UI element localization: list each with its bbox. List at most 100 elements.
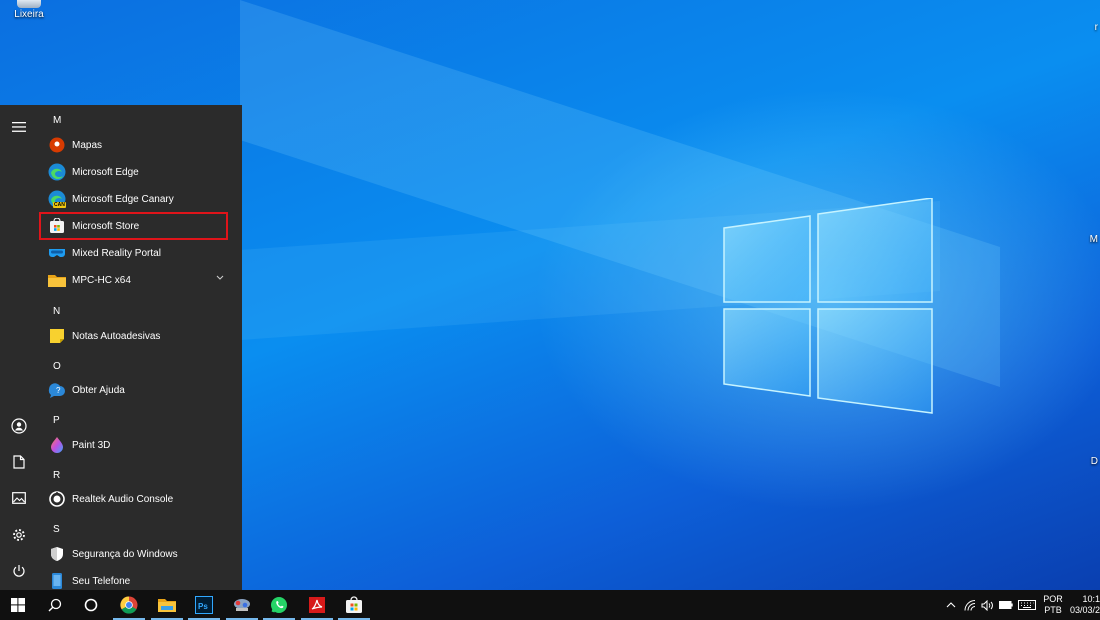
app-label: Microsoft Edge Canary <box>72 193 174 205</box>
cortana-button[interactable] <box>73 590 109 620</box>
taskbar-app-chrome[interactable] <box>111 590 147 620</box>
chevron-up-icon <box>946 602 956 608</box>
chrome-icon <box>120 596 138 614</box>
wifi-icon <box>964 599 976 611</box>
section-header-r[interactable]: R <box>53 470 60 481</box>
app-item-seu-telefone[interactable]: Seu Telefone <box>38 568 238 590</box>
folder-icon <box>48 271 66 289</box>
app-item-microsoft-edge[interactable]: Microsoft Edge <box>38 159 238 185</box>
pictures-button[interactable] <box>0 483 38 513</box>
start-menu-rail <box>0 105 38 590</box>
chevron-down-icon[interactable] <box>216 275 224 281</box>
search-button[interactable] <box>37 590 73 620</box>
keyboard-layout: PTB <box>1044 605 1062 615</box>
power-icon <box>13 565 25 577</box>
app-label: Obter Ajuda <box>72 384 125 396</box>
desktop-icon-label-fragment[interactable]: r <box>1095 22 1098 33</box>
app-label: Microsoft Store <box>72 220 140 232</box>
app-label: Notas Autoadesivas <box>72 330 161 342</box>
volume-icon <box>981 599 993 611</box>
app-label: Mapas <box>72 139 103 151</box>
clock-date: 03/03/2 <box>1069 605 1100 615</box>
battery-icon <box>999 601 1013 609</box>
sticky-notes-icon <box>48 327 66 345</box>
help-icon: ? <box>48 381 66 399</box>
app-item-notas-autoadesivas[interactable]: Notas Autoadesivas <box>38 323 238 349</box>
keyboard-icon <box>1018 600 1036 610</box>
settings-icon <box>13 529 25 541</box>
battery-button[interactable] <box>997 590 1015 620</box>
edge-canary-icon: CAN <box>48 190 66 208</box>
app-label: Paint 3D <box>72 439 111 451</box>
store-icon <box>346 596 362 613</box>
app-list: M Mapas Microsoft Edge CAN Microsoft Edg… <box>38 105 242 590</box>
recycle-bin-icon <box>17 0 41 8</box>
taskbar-app-file-explorer[interactable] <box>149 590 185 620</box>
section-header-n[interactable]: N <box>53 306 60 317</box>
svg-text:?: ? <box>56 386 61 395</box>
taskbar: Ps POR PTB 10:1 03/03/2 <box>0 590 1100 620</box>
taskbar-app-microsoft-store[interactable] <box>336 590 372 620</box>
maps-icon <box>48 136 66 154</box>
language-indicator[interactable]: POR PTB <box>1040 590 1066 620</box>
start-button[interactable] <box>0 590 36 620</box>
taskbar-app-acrobat[interactable] <box>299 590 335 620</box>
app-label: Mixed Reality Portal <box>72 247 161 259</box>
edge-icon <box>48 163 66 181</box>
app-item-realtek-audio-console[interactable]: Realtek Audio Console <box>38 486 238 512</box>
mixed-reality-icon <box>48 244 66 262</box>
settings-button[interactable] <box>0 520 38 550</box>
app-label: MPC-HC x64 <box>72 274 131 286</box>
app-item-mpc-hc-x64[interactable]: MPC-HC x64 <box>38 267 238 293</box>
document-icon <box>13 455 25 469</box>
language-text: POR PTB <box>1043 594 1063 616</box>
svg-text:Ps: Ps <box>198 602 208 611</box>
touch-keyboard-button[interactable] <box>1016 590 1038 620</box>
taskbar-app-photoshop[interactable]: Ps <box>186 590 222 620</box>
network-tool-icon <box>234 599 250 611</box>
taskbar-app-network-tool[interactable] <box>224 590 260 620</box>
taskbar-app-whatsapp[interactable] <box>261 590 297 620</box>
app-label: Realtek Audio Console <box>72 493 174 505</box>
desktop-icon-label-fragment[interactable]: D <box>1091 456 1098 467</box>
network-button[interactable] <box>961 590 979 620</box>
app-item-seguranca-do-windows[interactable]: Segurança do Windows <box>38 541 238 567</box>
canary-badge: CAN <box>53 202 66 208</box>
volume-button[interactable] <box>979 590 997 620</box>
language-code: POR <box>1043 594 1063 604</box>
section-header-p[interactable]: P <box>53 415 60 426</box>
clock-time: 10:1 <box>1082 594 1100 604</box>
app-item-microsoft-store[interactable]: Microsoft Store <box>38 213 238 239</box>
clock[interactable]: 10:1 03/03/2 <box>1068 590 1100 620</box>
app-item-microsoft-edge-canary[interactable]: CAN Microsoft Edge Canary <box>38 186 238 212</box>
app-label: Microsoft Edge <box>72 166 139 178</box>
acrobat-icon <box>309 597 325 613</box>
section-header-o[interactable]: O <box>53 361 61 372</box>
clock-text: 10:1 03/03/2 <box>1070 594 1100 616</box>
cortana-icon <box>84 598 98 612</box>
app-item-mixed-reality-portal[interactable]: Mixed Reality Portal <box>38 240 238 266</box>
section-header-s[interactable]: S <box>53 524 60 535</box>
app-item-obter-ajuda[interactable]: ? Obter Ajuda <box>38 377 238 403</box>
section-header-m[interactable]: M <box>53 115 61 126</box>
app-label: Segurança do Windows <box>72 548 178 560</box>
app-item-mapas[interactable]: Mapas <box>38 132 238 158</box>
app-item-paint-3d[interactable]: Paint 3D <box>38 432 238 458</box>
recycle-bin-shortcut[interactable]: Lixeira <box>12 0 46 20</box>
windows-start-icon <box>11 598 25 612</box>
show-hidden-icons-button[interactable] <box>942 590 960 620</box>
expand-menu-button[interactable] <box>0 112 38 142</box>
user-account-button[interactable] <box>0 411 38 441</box>
whatsapp-icon <box>271 597 287 613</box>
photoshop-icon: Ps <box>195 596 213 614</box>
phone-icon <box>48 572 66 590</box>
power-button[interactable] <box>0 556 38 586</box>
windows-logo <box>723 198 933 414</box>
pictures-icon <box>12 492 26 504</box>
shield-icon <box>48 545 66 563</box>
store-icon <box>48 217 66 235</box>
file-explorer-icon <box>158 599 176 612</box>
desktop-icon-label-fragment[interactable]: M <box>1090 234 1098 245</box>
app-label: Seu Telefone <box>72 575 131 587</box>
documents-button[interactable] <box>0 447 38 477</box>
